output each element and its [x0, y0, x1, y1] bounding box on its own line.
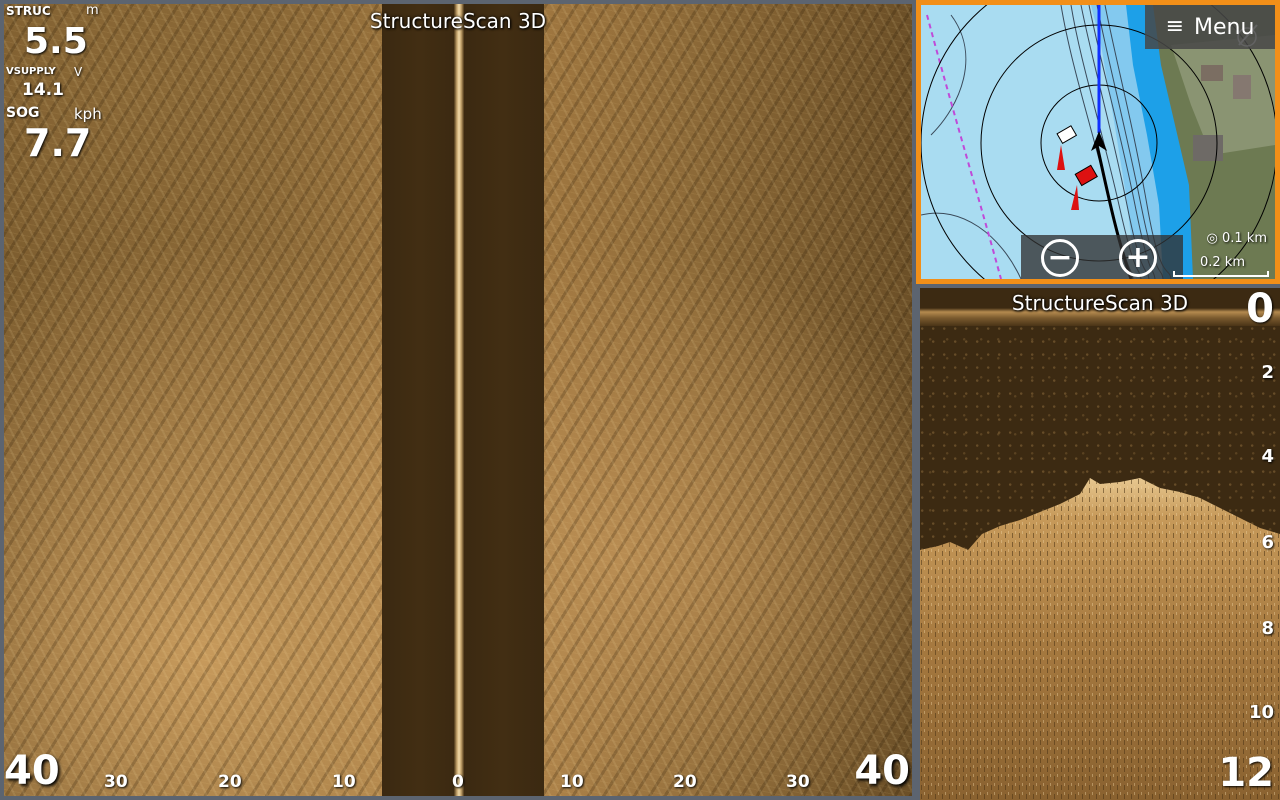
- range-ring-label: ◎ 0.1 km: [1206, 231, 1267, 246]
- water-column-right: [462, 4, 544, 796]
- range-tick-right-20: 20: [673, 772, 697, 792]
- data-box-value: 7.7: [24, 121, 92, 165]
- data-box-sog[interactable]: SOG kph 7.7: [6, 105, 106, 165]
- sidescan-title: StructureScan 3D: [369, 9, 547, 33]
- scale-bar-label: 0.2 km: [1200, 255, 1245, 270]
- range-tick-right-30: 30: [786, 772, 810, 792]
- water-column-left: [382, 4, 458, 796]
- data-box-struc[interactable]: STRUC m 5.5: [6, 4, 106, 64]
- range-right-label: 40: [854, 748, 910, 794]
- range-tick-left-10: 10: [332, 772, 356, 792]
- depth-label-top: 0: [1246, 288, 1274, 332]
- depth-tick-2: 2: [1261, 362, 1274, 383]
- range-tick-left-30: 30: [104, 772, 128, 792]
- range-left-label: 40: [4, 748, 60, 794]
- menu-button[interactable]: ≡ Menu: [1145, 5, 1275, 49]
- range-tick-left-20: 20: [218, 772, 242, 792]
- depth-tick-4: 4: [1261, 446, 1274, 467]
- data-box-label: SOG: [6, 105, 40, 121]
- scale-bar: [1173, 271, 1269, 277]
- range-tick-right-10: 10: [560, 772, 584, 792]
- data-box-unit: m: [86, 4, 99, 18]
- zoom-out-button[interactable]: −: [1041, 239, 1079, 277]
- channel-boundary: [926, 14, 1002, 279]
- chart-map-panel[interactable]: ≡ Menu − + ◎ 0.1 km 0.2 km: [916, 0, 1280, 284]
- downscan-title: StructureScan 3D: [1011, 291, 1189, 315]
- depth-label-bottom: 12: [1218, 750, 1274, 796]
- data-box-value: 5.5: [24, 21, 88, 62]
- boat-track-centerline: [454, 4, 464, 796]
- range-tick-center: 0: [452, 772, 464, 792]
- chart-map[interactable]: ≡ Menu − + ◎ 0.1 km 0.2 km: [921, 5, 1275, 279]
- data-box-label: STRUC: [6, 4, 51, 18]
- menu-label: Menu: [1194, 14, 1255, 40]
- waypoint-icon-2: [1074, 164, 1098, 187]
- bottom-profile: [920, 478, 1280, 800]
- zoom-controls: − +: [1021, 235, 1183, 279]
- sidescan-panel[interactable]: StructureScan 3D STRUC m 5.5 VSUPPLY V 1…: [4, 4, 912, 796]
- waypoint-icon: [1056, 125, 1078, 145]
- zoom-in-button[interactable]: +: [1119, 239, 1157, 277]
- minus-icon: −: [1047, 240, 1073, 275]
- data-box-label: VSUPPLY: [6, 66, 56, 77]
- data-box-unit: V: [74, 65, 83, 79]
- data-box-vsupply[interactable]: VSUPPLY V 14.1: [6, 65, 106, 104]
- plus-icon: +: [1125, 240, 1151, 275]
- depth-tick-8: 8: [1261, 618, 1274, 639]
- data-box-value: 14.1: [22, 80, 64, 100]
- depth-tick-10: 10: [1248, 702, 1274, 723]
- downscan-panel[interactable]: StructureScan 3D 0 2 4 6 8 10 12: [920, 288, 1280, 800]
- hamburger-icon: ≡: [1165, 14, 1185, 39]
- depth-tick-6: 6: [1261, 532, 1274, 553]
